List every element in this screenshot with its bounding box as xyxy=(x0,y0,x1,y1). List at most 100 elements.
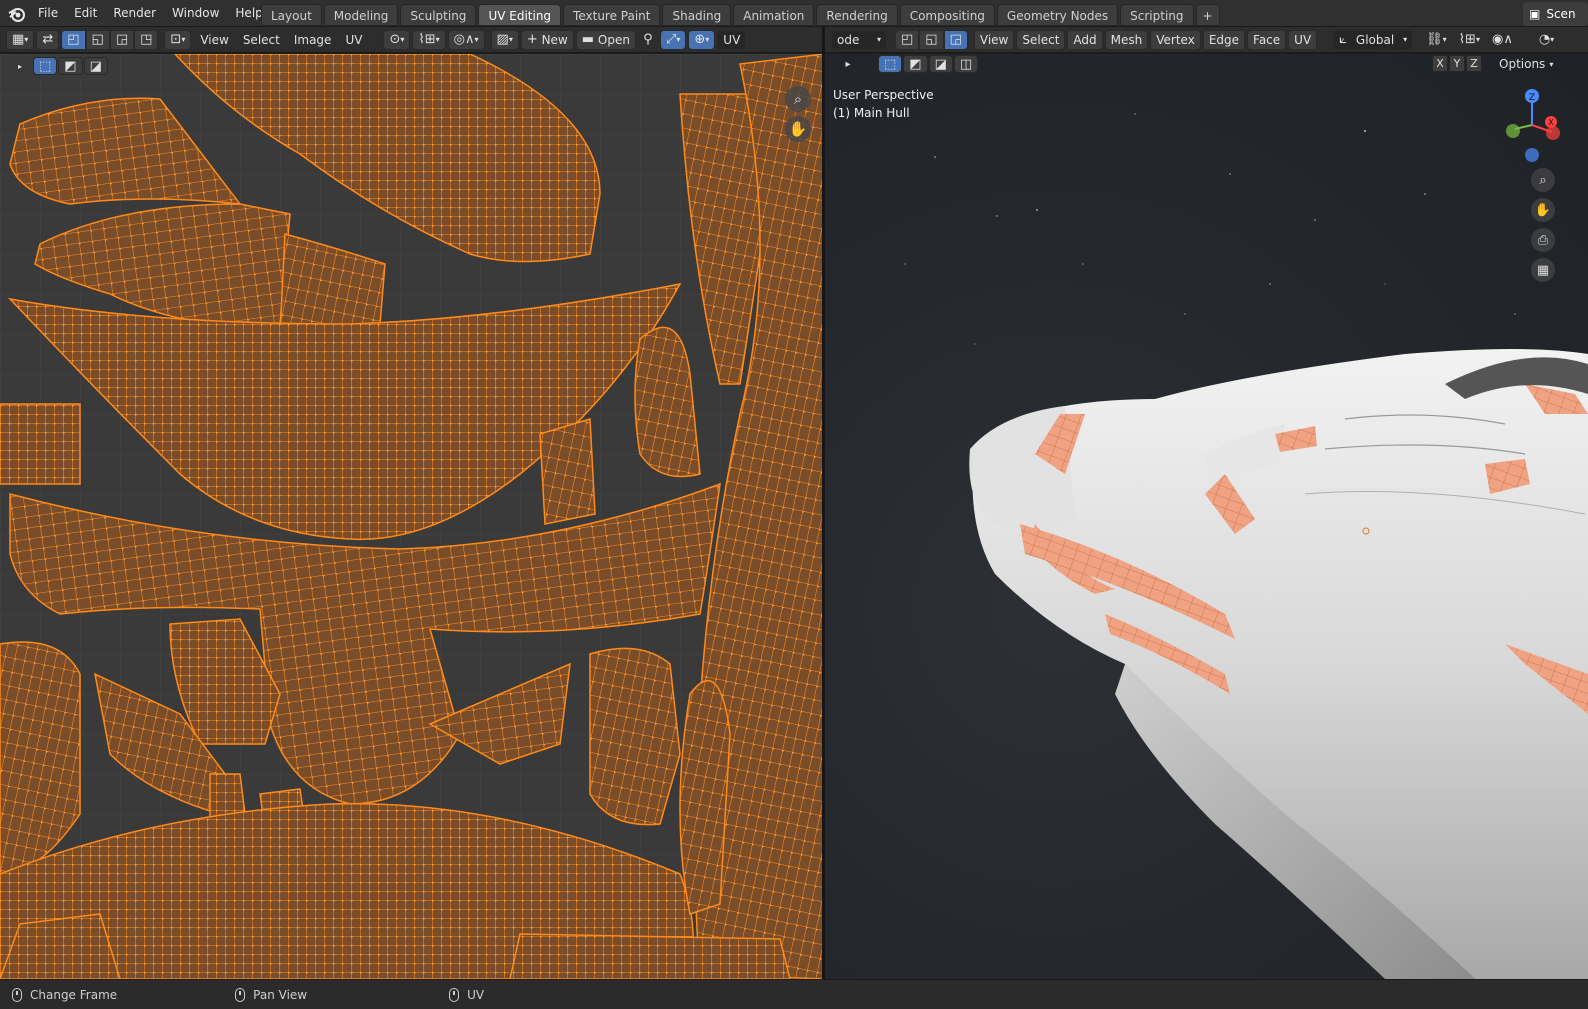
svg-text:Z: Z xyxy=(1529,93,1535,103)
vertex-select-icon[interactable]: ◰ xyxy=(61,29,86,50)
svg-text:X: X xyxy=(1548,118,1554,127)
vp-hand-icon[interactable]: ✋ xyxy=(1531,198,1555,222)
sync-selection-icon[interactable]: ⇄ xyxy=(36,29,60,50)
pivot-point-icon[interactable]: ⛓ ▾ xyxy=(1421,30,1452,50)
image-browse-icon[interactable]: ▨ ▾ xyxy=(490,29,519,50)
status-uv-label: UV xyxy=(467,987,485,1002)
scene-icon: ▣ xyxy=(1529,7,1541,21)
vp-select-subtract-icon[interactable]: ◪ xyxy=(928,55,953,73)
proportional-edit-icon[interactable]: ◎ ∧ ▾ xyxy=(447,29,485,50)
status-change-frame: Change Frame xyxy=(12,987,117,1002)
vp-menu-add[interactable]: Add xyxy=(1067,29,1103,50)
tab-compositing[interactable]: Compositing xyxy=(899,4,995,26)
vp-menu-mesh[interactable]: Mesh xyxy=(1104,29,1149,50)
camera-icon[interactable]: ⎙ xyxy=(1531,228,1555,252)
vp-zoom-icon[interactable]: ⌕ xyxy=(1531,168,1555,192)
mouse-right-icon xyxy=(449,987,460,1002)
perspective-label: User Perspective xyxy=(833,88,934,102)
vp-select-intersect-icon[interactable]: ◫ xyxy=(953,55,979,73)
gizmo-toggle-icon[interactable]: ⊕ ▾ xyxy=(688,29,716,50)
axis-gizmo[interactable]: Z X xyxy=(1497,87,1567,167)
tab-scripting[interactable]: Scripting xyxy=(1120,4,1194,26)
plus-icon: + xyxy=(526,32,538,47)
scene-label: Scen xyxy=(1546,7,1576,21)
folder-icon: ▬ xyxy=(581,32,595,47)
mirror-x-toggle[interactable]: X xyxy=(1432,55,1448,72)
vp-face-select-icon[interactable]: ◲ xyxy=(943,29,968,50)
blender-logo-icon[interactable] xyxy=(8,5,26,23)
tab-layout[interactable]: Layout xyxy=(261,4,322,26)
mouse-left-icon xyxy=(12,987,22,1002)
edge-select-icon[interactable]: ◱ xyxy=(85,29,110,50)
add-workspace-button[interactable]: + xyxy=(1195,4,1220,26)
3d-viewport[interactable] xyxy=(825,54,1588,979)
uv-menu-view[interactable]: View xyxy=(193,33,235,47)
open-image-button[interactable]: ▬ Open xyxy=(575,29,636,50)
transform-orientation-dropdown[interactable]: ⟀ Global ▾ xyxy=(1333,29,1414,50)
object-mode-label: ode xyxy=(837,32,860,47)
new-image-button[interactable]: + New xyxy=(520,29,574,50)
editor-type-icon[interactable]: ▦ ▾ xyxy=(6,29,35,50)
pin-icon[interactable]: ⚲ xyxy=(638,30,658,50)
options-dropdown[interactable]: Options ▾ xyxy=(1493,55,1559,73)
uv-menu-image[interactable]: Image xyxy=(287,33,339,47)
tab-uv-editing[interactable]: UV Editing xyxy=(478,4,562,26)
vp-edge-select-icon[interactable]: ◱ xyxy=(919,29,944,50)
snap-icon[interactable]: ⌇ ⊞ ▾ xyxy=(412,29,446,50)
uv-mode-dropdown[interactable]: UV xyxy=(717,29,747,50)
vp-snap-icon[interactable]: ⌇ ⊞ ▾ xyxy=(1454,30,1485,50)
vp-menu-uv[interactable]: UV xyxy=(1288,29,1318,50)
visibility-icon[interactable]: ◔ ▾ xyxy=(1534,30,1559,50)
vp-menu-select[interactable]: Select xyxy=(1016,29,1066,50)
sticky-select-icon[interactable]: ⊡ ▾ xyxy=(164,29,192,50)
vp-select-extend-icon[interactable]: ◩ xyxy=(903,55,928,73)
zoom-icon[interactable]: ⌕ xyxy=(785,86,811,112)
grid-icon[interactable]: ▦ xyxy=(1531,258,1555,282)
mirror-z-toggle[interactable]: Z xyxy=(1466,55,1482,72)
object-mode-dropdown[interactable]: ode ▾ xyxy=(831,29,887,50)
tab-sculpting[interactable]: Sculpting xyxy=(400,4,477,26)
orientation-label: Global xyxy=(1355,32,1395,47)
vp-menu-view[interactable]: View xyxy=(973,29,1015,50)
hand-icon[interactable]: ✋ xyxy=(785,116,811,142)
uv-menu-select[interactable]: Select xyxy=(236,33,287,47)
tab-geometry-nodes[interactable]: Geometry Nodes xyxy=(996,4,1119,26)
island-select-icon[interactable]: ◳ xyxy=(134,29,159,50)
overlay-uv-icon[interactable]: ⤢ ▾ xyxy=(659,29,687,50)
face-select-icon[interactable]: ◲ xyxy=(109,29,135,50)
vp-menu-edge[interactable]: Edge xyxy=(1202,29,1246,50)
status-pan-view: Pan View xyxy=(235,987,308,1002)
tab-modeling[interactable]: Modeling xyxy=(323,4,399,26)
vp-menu-vertex[interactable]: Vertex xyxy=(1150,29,1201,50)
menu-window[interactable]: Window xyxy=(164,0,227,27)
menu-render[interactable]: Render xyxy=(105,0,164,27)
status-pan-view-label: Pan View xyxy=(253,987,308,1002)
scene-selector[interactable]: ▣ Scen xyxy=(1523,2,1588,26)
status-uv: UV xyxy=(449,987,485,1002)
main-menu: File Edit Render Window Help xyxy=(30,0,271,27)
vp-select-mode-group: ◰ ◱ ◲ xyxy=(895,29,970,50)
uv-mesh-layout xyxy=(0,54,824,979)
uv-editor-canvas[interactable]: ⌕ ✋ xyxy=(0,54,824,979)
menu-file[interactable]: File xyxy=(30,0,66,27)
select-mode-extend-icon[interactable]: ◩ xyxy=(58,57,83,75)
tab-animation[interactable]: Animation xyxy=(733,4,815,26)
tab-shading[interactable]: Shading xyxy=(662,4,732,26)
new-image-label: New xyxy=(541,32,568,47)
uv-mode-label: UV xyxy=(723,32,741,47)
vp-select-box-icon[interactable]: ⬚ xyxy=(878,55,903,73)
mirror-y-toggle[interactable]: Y xyxy=(1449,55,1465,72)
tab-texture-paint[interactable]: Texture Paint xyxy=(563,4,661,26)
vp-proportional-icon[interactable]: ◉ ∧ xyxy=(1487,30,1518,50)
status-bar: Change Frame Pan View UV xyxy=(0,979,1588,1009)
select-box-icon[interactable]: ⬚ xyxy=(33,57,58,75)
tab-rendering[interactable]: Rendering xyxy=(816,4,898,26)
toolbar-expand-icon[interactable]: ▸ xyxy=(10,57,30,75)
select-mode-subtract-icon[interactable]: ◪ xyxy=(83,57,108,75)
vp-menu-face[interactable]: Face xyxy=(1247,29,1287,50)
pivot-icon[interactable]: ⊙ ▾ xyxy=(383,29,411,50)
menu-edit[interactable]: Edit xyxy=(66,0,105,27)
uv-menu-uv[interactable]: UV xyxy=(338,33,369,47)
vp-vertex-select-icon[interactable]: ◰ xyxy=(895,29,920,50)
vp-tool-expand-icon[interactable]: ▸ xyxy=(837,55,859,73)
